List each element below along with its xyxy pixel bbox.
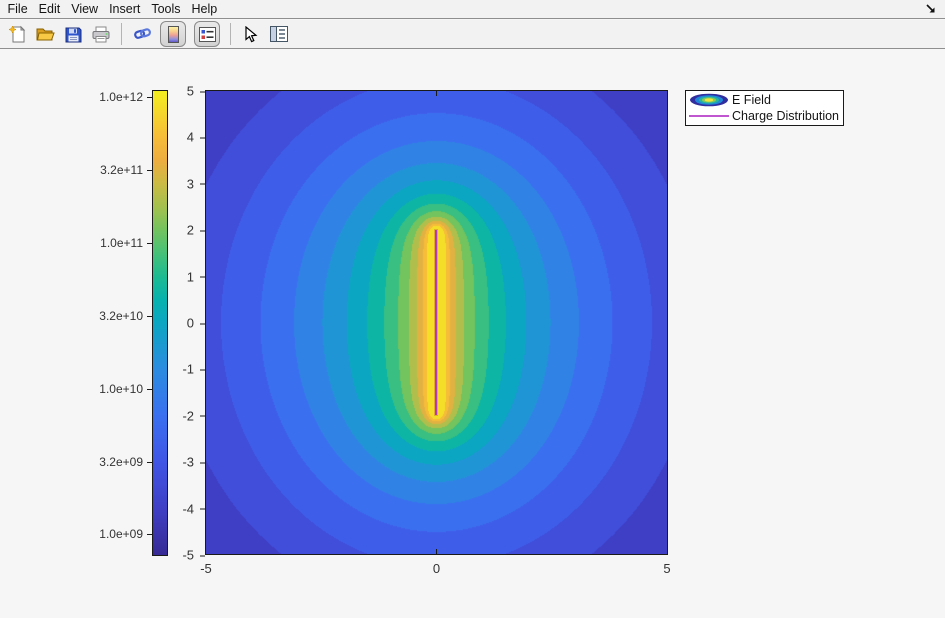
- plot-tools-panel-icon: [270, 26, 288, 42]
- y-tick-label: 5: [158, 84, 194, 99]
- colorbar-tick: 1.0e+09: [85, 527, 152, 541]
- insert-colorbar-button[interactable]: [160, 21, 186, 47]
- y-tick: 3: [158, 176, 205, 191]
- legend-icon: [199, 27, 216, 42]
- y-tick: 0: [158, 316, 205, 331]
- colorbar-tick: 3.2e+09: [85, 455, 152, 469]
- x-tick-label: 0: [433, 561, 440, 576]
- menu-item[interactable]: Edit: [33, 2, 66, 16]
- show-plot-tools-button[interactable]: [269, 24, 289, 44]
- colorbar-tick-label: 1.0e+10: [85, 382, 143, 396]
- legend-box[interactable]: E Field Charge Distribution: [685, 90, 844, 126]
- link-plot-button[interactable]: [132, 24, 152, 44]
- legend-label: Charge Distribution: [732, 109, 839, 123]
- menu-item[interactable]: View: [66, 2, 104, 16]
- menu-item[interactable]: Help: [186, 2, 223, 16]
- y-tick-label: 3: [158, 176, 194, 191]
- save-figure-button[interactable]: [63, 24, 83, 44]
- figure-toolbar: [0, 20, 945, 49]
- toolbar-separator: [121, 23, 122, 45]
- menu-item[interactable]: Tools: [146, 2, 186, 16]
- cursor-arrow-icon: [244, 26, 258, 43]
- y-tick-label: 0: [158, 316, 194, 331]
- save-floppy-icon: [65, 26, 82, 43]
- menu-bar: FileEditViewInsertToolsHelp: [0, 0, 945, 19]
- figure-window: FileEditViewInsertToolsHelp: [0, 0, 945, 618]
- y-tick-label: 1: [158, 269, 194, 284]
- y-tick: 1: [158, 269, 205, 284]
- insert-legend-button[interactable]: [194, 21, 220, 47]
- charge-line-swatch: [686, 114, 732, 118]
- charge-distribution-line: [435, 230, 437, 415]
- colorbar-icon: [168, 26, 179, 43]
- y-tick-label: -1: [158, 362, 194, 377]
- new-document-icon: [9, 25, 26, 43]
- colorbar-tick-label: 3.2e+09: [85, 455, 143, 469]
- legend-label: E Field: [732, 93, 771, 107]
- undock-arrow-icon[interactable]: [925, 2, 937, 15]
- open-folder-icon: [36, 26, 55, 42]
- y-tick-label: -4: [158, 501, 194, 516]
- y-tick: -3: [158, 455, 205, 470]
- x-tick-mark-bottom: [436, 549, 437, 554]
- legend-entry-efield: E Field: [686, 93, 843, 108]
- colorbar-tick-label: 1.0e+11: [85, 236, 143, 250]
- colorbar-tick: 1.0e+11: [85, 236, 152, 250]
- x-tick-label: -5: [200, 561, 212, 576]
- x-tick-label: 5: [663, 561, 670, 576]
- y-tick-label: 4: [158, 130, 194, 145]
- open-file-button[interactable]: [35, 24, 55, 44]
- colorbar-tick: 1.0e+10: [85, 382, 152, 396]
- colorbar-tick-label: 3.2e+10: [85, 309, 143, 323]
- colorbar-tick: 1.0e+12: [85, 90, 152, 104]
- colorbar-tick-label: 3.2e+11: [85, 163, 143, 177]
- menu-item[interactable]: File: [2, 2, 33, 16]
- y-tick-label: -3: [158, 455, 194, 470]
- y-tick-label: -5: [158, 548, 194, 563]
- colorbar-tick: 3.2e+11: [85, 163, 152, 177]
- y-tick: 2: [158, 223, 205, 238]
- legend-entry-charge: Charge Distribution: [686, 108, 843, 123]
- y-tick-label: 2: [158, 223, 194, 238]
- menu-item[interactable]: Insert: [104, 2, 146, 16]
- y-tick: -2: [158, 408, 205, 423]
- edit-plot-button[interactable]: [241, 24, 261, 44]
- y-tick: -5: [158, 548, 205, 563]
- y-tick: -4: [158, 501, 205, 516]
- contour-rings-icon: [686, 93, 732, 107]
- menu-items: FileEditViewInsertToolsHelp: [2, 0, 223, 18]
- chain-link-icon: [133, 25, 152, 43]
- colorbar-tick-label: 1.0e+09: [85, 527, 143, 541]
- colorbar-tick: 3.2e+10: [85, 309, 152, 323]
- new-figure-button[interactable]: [7, 24, 27, 44]
- printer-icon: [92, 26, 110, 43]
- print-figure-button[interactable]: [91, 24, 111, 44]
- y-tick-label: -2: [158, 408, 194, 423]
- x-tick-mark-top: [436, 91, 437, 96]
- colorbar-tick-label: 1.0e+12: [85, 90, 143, 104]
- toolbar-separator: [230, 23, 231, 45]
- y-tick: 4: [158, 130, 205, 145]
- field-plot-axes[interactable]: [205, 90, 668, 555]
- y-tick: -1: [158, 362, 205, 377]
- y-tick: 5: [158, 84, 205, 99]
